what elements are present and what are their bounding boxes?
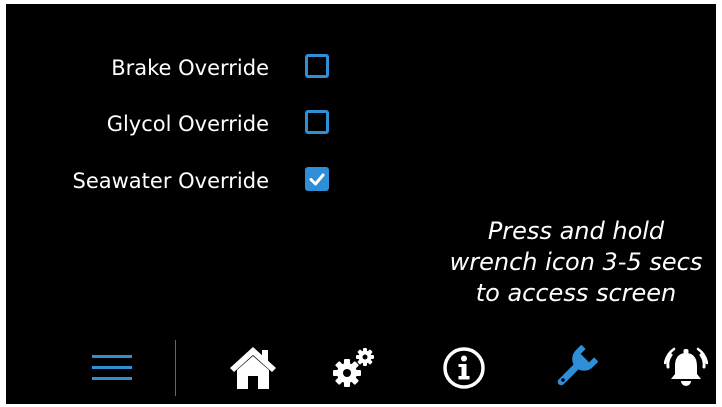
wrench-icon	[557, 345, 598, 386]
brake-override-row: Brake Override	[6, 48, 269, 88]
glycol-override-label: Glycol Override	[106, 112, 269, 136]
menu-icon	[92, 355, 132, 380]
glycol-override-row: Glycol Override	[6, 104, 269, 144]
alarm-button[interactable]	[656, 340, 716, 396]
settings-button[interactable]	[324, 340, 384, 396]
glycol-override-checkbox[interactable]	[305, 110, 329, 134]
override-screen: Brake Override Glycol Override Seawater …	[6, 4, 716, 404]
hint-line-2: wrench icon 3-5 secs	[449, 248, 703, 276]
seawater-override-row: Seawater Override	[6, 161, 270, 201]
home-button[interactable]	[223, 340, 283, 396]
info-icon	[443, 347, 485, 389]
brake-override-checkbox[interactable]	[305, 54, 329, 78]
seawater-override-checkbox[interactable]	[305, 167, 329, 191]
home-icon	[230, 347, 276, 389]
nav-divider	[175, 340, 176, 396]
bottom-navbar	[6, 334, 716, 404]
access-hint: Press and hold wrench icon 3-5 secs to a…	[436, 216, 716, 309]
gears-icon	[333, 348, 374, 387]
service-button[interactable]	[545, 340, 605, 396]
seawater-override-label: Seawater Override	[72, 169, 270, 193]
hint-line-3: to access screen	[475, 279, 677, 307]
alarm-bell-icon	[664, 347, 708, 386]
info-button[interactable]	[434, 340, 494, 396]
checkmark-icon	[309, 173, 325, 186]
brake-override-label: Brake Override	[111, 56, 269, 80]
hint-line-1: Press and hold	[487, 217, 665, 245]
menu-button[interactable]	[82, 340, 142, 396]
